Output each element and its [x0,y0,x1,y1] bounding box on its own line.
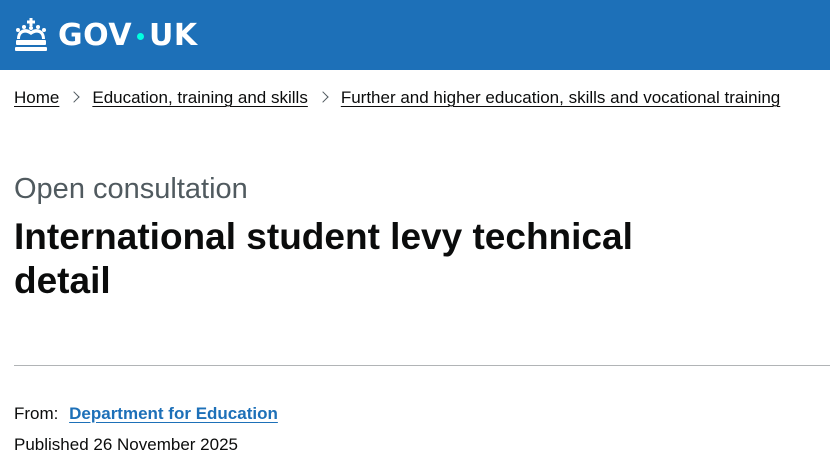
chevron-right-icon [68,91,81,103]
organisation-link[interactable]: Department for Education [69,404,278,423]
logo-text-right: UK [149,17,198,53]
metadata-published: Published 26 November 2025 [14,435,238,454]
logo-text-left: GOV [58,17,133,53]
govuk-logo-link[interactable]: GOV UK [12,14,198,56]
section-divider [14,365,830,366]
page-caption: Open consultation [14,173,248,205]
breadcrumb-further-higher-education[interactable]: Further and higher education, skills and… [341,88,780,108]
breadcrumb: Home Education, training and skills Furt… [14,88,780,108]
breadcrumb-education-training-skills[interactable]: Education, training and skills [92,88,307,108]
site-header: GOV UK [0,0,830,70]
from-label: From: [14,404,59,423]
metadata-from: From: Department for Education [14,404,278,424]
govuk-wordmark: GOV UK [58,18,198,53]
logo-dot-icon [137,32,145,40]
breadcrumb-home[interactable]: Home [14,88,59,108]
page-title: International student levy technical det… [14,216,633,301]
chevron-right-icon [317,91,329,103]
crown-icon [15,18,47,51]
